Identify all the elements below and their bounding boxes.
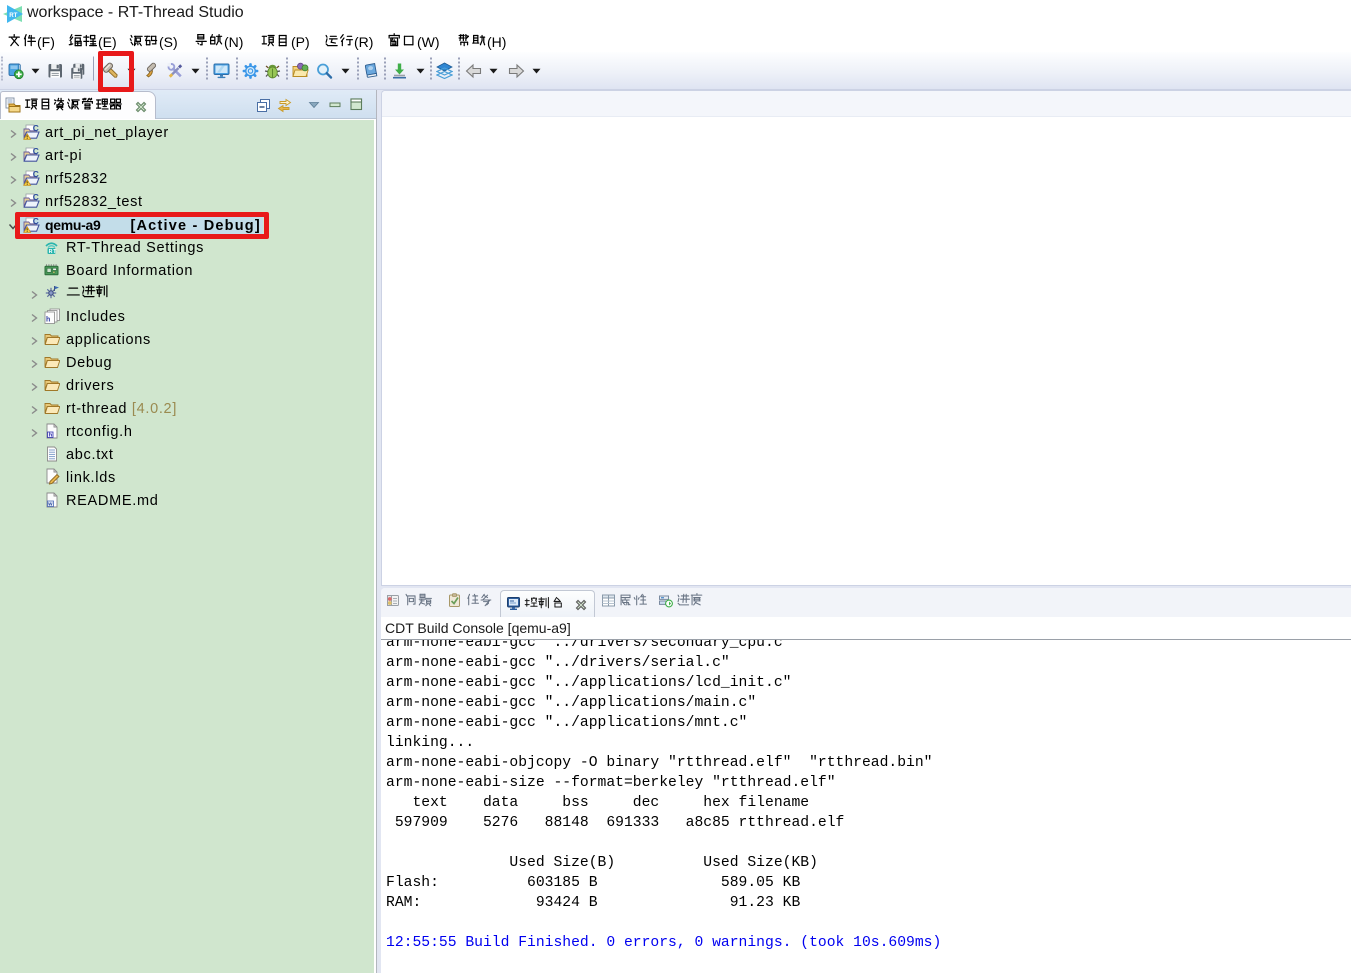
svg-text:C: C [33, 147, 40, 156]
svg-text:C: C [33, 124, 40, 133]
svg-text:RT: RT [9, 12, 17, 19]
svg-text:RT: RT [49, 249, 58, 255]
svg-text:h: h [49, 433, 53, 439]
svg-text:C: C [33, 170, 40, 179]
svg-text:w: w [47, 502, 53, 508]
svg-text:C: C [33, 193, 40, 202]
svg-text:h: h [46, 317, 51, 324]
